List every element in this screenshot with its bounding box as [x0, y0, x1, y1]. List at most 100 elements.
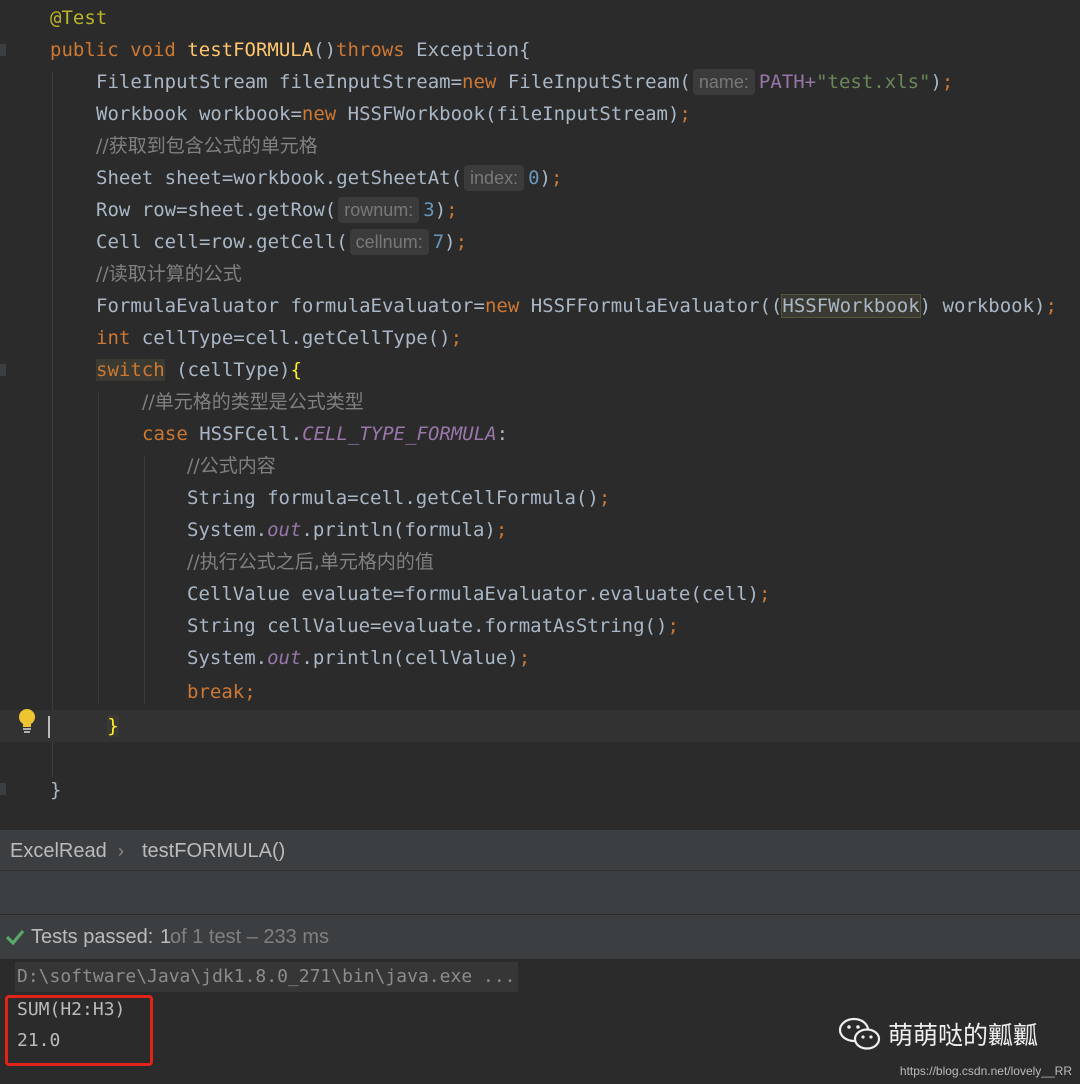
code-line-18[interactable]: //执行公式之后,单元格内的值 — [187, 546, 434, 578]
breadcrumb-class[interactable]: ExcelRead — [10, 830, 107, 872]
parameter-hint: name: — [692, 69, 755, 95]
string-literal: "test.xls" — [816, 71, 931, 93]
code-text: cellType=cell.getCellType() — [130, 327, 451, 349]
status-prefix: Tests passed: — [31, 926, 154, 948]
breadcrumb-method[interactable]: testFORMULA() — [142, 830, 285, 872]
comment: //公式内容 — [187, 455, 276, 477]
code-line-14[interactable]: case HSSFCell.CELL_TYPE_FORMULA: — [142, 418, 508, 450]
code-line-3[interactable]: FileInputStream fileInputStream=new File… — [96, 66, 953, 98]
code-text: Exception{ — [404, 39, 531, 61]
keyword: new — [484, 295, 520, 317]
code-text: FileInputStream fileInputStream= — [96, 71, 463, 93]
comment: //执行公式之后,单元格内的值 — [187, 551, 434, 573]
semicolon: ; — [495, 519, 508, 541]
code-line-22[interactable]: break; — [187, 676, 256, 708]
semicolon: ; — [598, 487, 611, 509]
semicolon: ; — [551, 167, 563, 189]
code-line-19[interactable]: CellValue evaluate=formulaEvaluator.eval… — [187, 578, 770, 610]
code-text: Sheet sheet=workbook.getSheetAt( — [96, 167, 463, 189]
code-line-21[interactable]: System.out.println(cellValue); — [187, 642, 530, 674]
comment: //获取到包含公式的单元格 — [96, 135, 318, 157]
semicolon: ; — [244, 681, 256, 703]
semicolon: ; — [450, 327, 463, 349]
static-field: out — [267, 647, 302, 669]
keyword: switch — [96, 359, 165, 381]
code-text: HSSFCell. — [187, 423, 303, 445]
code-line-10[interactable]: FormulaEvaluator formulaEvaluator=new HS… — [96, 290, 1057, 322]
code-line-7[interactable]: Row row=sheet.getRow(rownum: 3); — [96, 194, 458, 226]
breadcrumb-separator: › — [118, 841, 124, 861]
code-text: ) — [434, 199, 447, 221]
code-text: ) — [444, 231, 456, 253]
code-text: Row row=sheet.getRow( — [96, 199, 337, 221]
highlighted-cast: HSSFWorkbook — [781, 294, 921, 318]
code-line-25[interactable]: } — [50, 774, 61, 806]
lightbulb-icon[interactable] — [17, 708, 37, 734]
code-text: String formula=cell.getCellFormula() — [187, 487, 599, 509]
wechat-icon — [838, 1017, 881, 1050]
code-text: : — [496, 423, 509, 445]
keyword: case — [142, 423, 188, 445]
code-text: } — [50, 779, 62, 801]
comment: //读取计算的公式 — [96, 263, 242, 285]
status-suffix: of 1 test – 233 ms — [170, 926, 329, 948]
code-text: (cellType) — [164, 359, 291, 381]
semicolon: ; — [667, 615, 679, 637]
code-editor[interactable]: @Test public void testFORMULA()throws Ex… — [0, 0, 1080, 830]
code-line-2[interactable]: public void testFORMULA()throws Exceptio… — [50, 34, 531, 66]
code-text: .println(cellValue) — [301, 647, 519, 669]
parameter-hint: cellnum: — [349, 229, 429, 255]
code-text: Cell cell=row.getCell( — [96, 231, 348, 253]
code-line-15[interactable]: //公式内容 — [187, 450, 276, 482]
keyword: void — [130, 39, 176, 61]
code-line-9[interactable]: //读取计算的公式 — [96, 258, 242, 290]
semicolon: ; — [758, 583, 771, 605]
fold-marker[interactable] — [0, 364, 6, 376]
static-field: out — [267, 519, 302, 541]
code-line-17[interactable]: System.out.println(formula); — [187, 514, 507, 546]
code-line-8[interactable]: Cell cell=row.getCell(cellnum: 7); — [96, 226, 467, 258]
run-toolbar — [0, 870, 1080, 915]
keyword: new — [462, 71, 497, 93]
code-line-4[interactable]: Workbook workbook=new HSSFWorkbook(fileI… — [96, 98, 691, 130]
check-icon — [5, 929, 25, 946]
code-line-5[interactable]: //获取到包含公式的单元格 — [96, 130, 318, 162]
code-text: ) — [930, 71, 942, 93]
current-line-highlight — [0, 710, 1080, 742]
fold-marker[interactable] — [0, 44, 6, 56]
code-text: FormulaEvaluator formulaEvaluator= — [96, 295, 485, 317]
semicolon: ; — [679, 103, 691, 125]
test-status-bar: Tests passed: 1 of 1 test – 233 ms — [0, 914, 1080, 959]
semicolon: ; — [518, 647, 531, 669]
code-text: Workbook workbook= — [96, 103, 302, 125]
code-line-13[interactable]: //单元格的类型是公式类型 — [142, 386, 364, 418]
number-literal: 7 — [432, 231, 445, 253]
code-text: .println(formula) — [301, 519, 496, 541]
code-line-23[interactable]: } — [48, 710, 119, 742]
code-line-12[interactable]: switch (cellType){ — [96, 354, 302, 386]
annotation: @Test — [50, 7, 108, 29]
code-text: System. — [187, 519, 268, 541]
code-line-20[interactable]: String cellValue=evaluate.formatAsString… — [187, 610, 679, 642]
number-literal: 3 — [423, 199, 435, 221]
keyword: int — [96, 327, 131, 349]
code-line-6[interactable]: Sheet sheet=workbook.getSheetAt(index: 0)… — [96, 162, 562, 194]
watermark-text: 萌萌哒的瓤瓤 — [888, 1021, 1039, 1050]
matched-brace: { — [290, 359, 302, 381]
fold-marker[interactable] — [0, 783, 6, 795]
parameter-hint: index: — [464, 165, 525, 191]
comment: //单元格的类型是公式类型 — [142, 391, 364, 413]
static-field: CELL_TYPE_FORMULA — [302, 423, 497, 445]
semicolon: ; — [1045, 295, 1057, 317]
semicolon: ; — [455, 231, 468, 253]
code-line-1[interactable]: @Test — [50, 2, 107, 34]
keyword: break — [187, 681, 245, 703]
indent-guide — [52, 72, 53, 777]
watermark: 萌萌哒的瓤瓤 — [838, 1012, 1038, 1056]
parameter-hint: rownum: — [338, 197, 420, 223]
code-line-16[interactable]: String formula=cell.getCellFormula(); — [187, 482, 610, 514]
code-text: FileInputStream( — [496, 71, 691, 93]
code-line-11[interactable]: int cellType=cell.getCellType(); — [96, 322, 462, 354]
console-command[interactable]: D:\software\Java\jdk1.8.0_271\bin\java.e… — [15, 962, 518, 992]
code-text: ) workbook) — [919, 295, 1046, 317]
